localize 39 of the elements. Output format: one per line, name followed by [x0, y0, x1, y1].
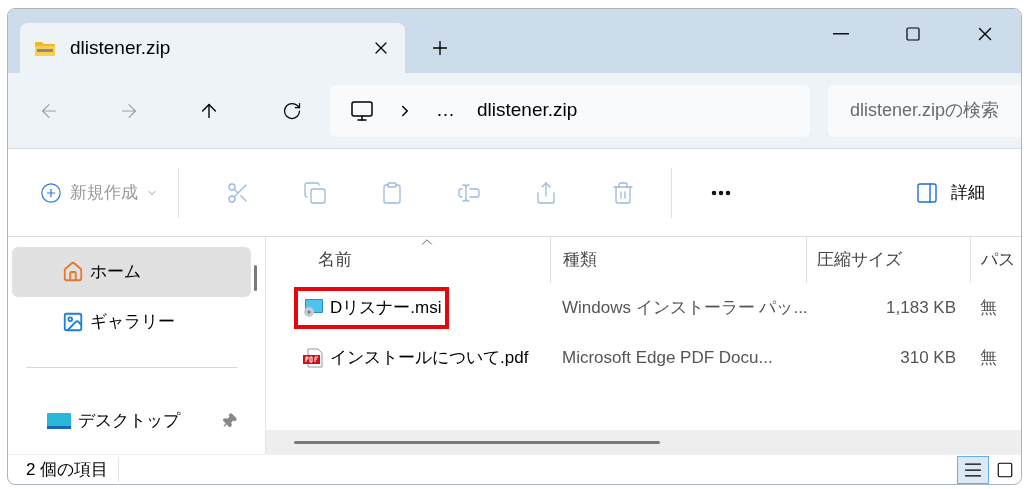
minimize-icon: [833, 33, 849, 35]
refresh-icon[interactable]: [282, 100, 302, 121]
gallery-icon: [62, 311, 84, 333]
sidebar-item[interactable]: ギャラリー: [12, 297, 251, 347]
home-icon: [62, 261, 84, 283]
sidebar-item[interactable]: デスクトップ: [16, 396, 247, 446]
name-cell[interactable]: インストールについて.pdf: [294, 337, 537, 379]
installer-icon: [302, 298, 324, 318]
plus-circle-icon: [40, 181, 62, 204]
column-header[interactable]: 種類: [550, 237, 806, 283]
type-cell-text: Microsoft Edge PDF Docu...: [561, 347, 774, 370]
maximize-icon: [905, 26, 921, 42]
tile-icon: [996, 460, 1014, 479]
column-header[interactable]: 圧縮サイズ: [806, 237, 970, 283]
breadcrumb[interactable]: dlistener.zip: [477, 96, 578, 125]
details-pane-icon: [915, 180, 939, 205]
details-view-button[interactable]: [957, 455, 989, 484]
search-box[interactable]: dlistener.zipの検索: [828, 84, 1021, 137]
password-cell-text: 無: [979, 297, 997, 320]
scrollbar-thumb[interactable]: [254, 265, 257, 291]
desktop-icon: [46, 412, 72, 430]
column-header[interactable]: 名前: [266, 237, 550, 283]
size-cell-text: 1,183 KB: [885, 297, 957, 320]
column-header[interactable]: パス: [970, 237, 1021, 283]
address-bar[interactable]: … dlistener.zip: [330, 84, 810, 137]
sidebar-item[interactable]: ホーム: [12, 247, 251, 297]
item-count: 2 個の項目: [26, 456, 120, 483]
pdf-icon: [302, 348, 324, 368]
zip-folder-icon: [34, 39, 56, 57]
name-cell[interactable]: Dリスナー.msi: [294, 287, 450, 329]
breadcrumb[interactable]: …: [436, 96, 455, 125]
password-cell-text: 無: [979, 347, 997, 370]
computer-icon: [350, 98, 374, 123]
type-cell-text: Windows インストーラー パッ...: [561, 297, 806, 320]
horizontal-scrollbar[interactable]: [266, 430, 1021, 454]
search-field[interactable]: dlistener.zipの検索: [850, 97, 999, 124]
size-cell-text: 310 KB: [899, 347, 957, 370]
tab[interactable]: dlistener.zip: [20, 23, 405, 73]
details-pane-button[interactable]: 詳細: [915, 179, 985, 206]
